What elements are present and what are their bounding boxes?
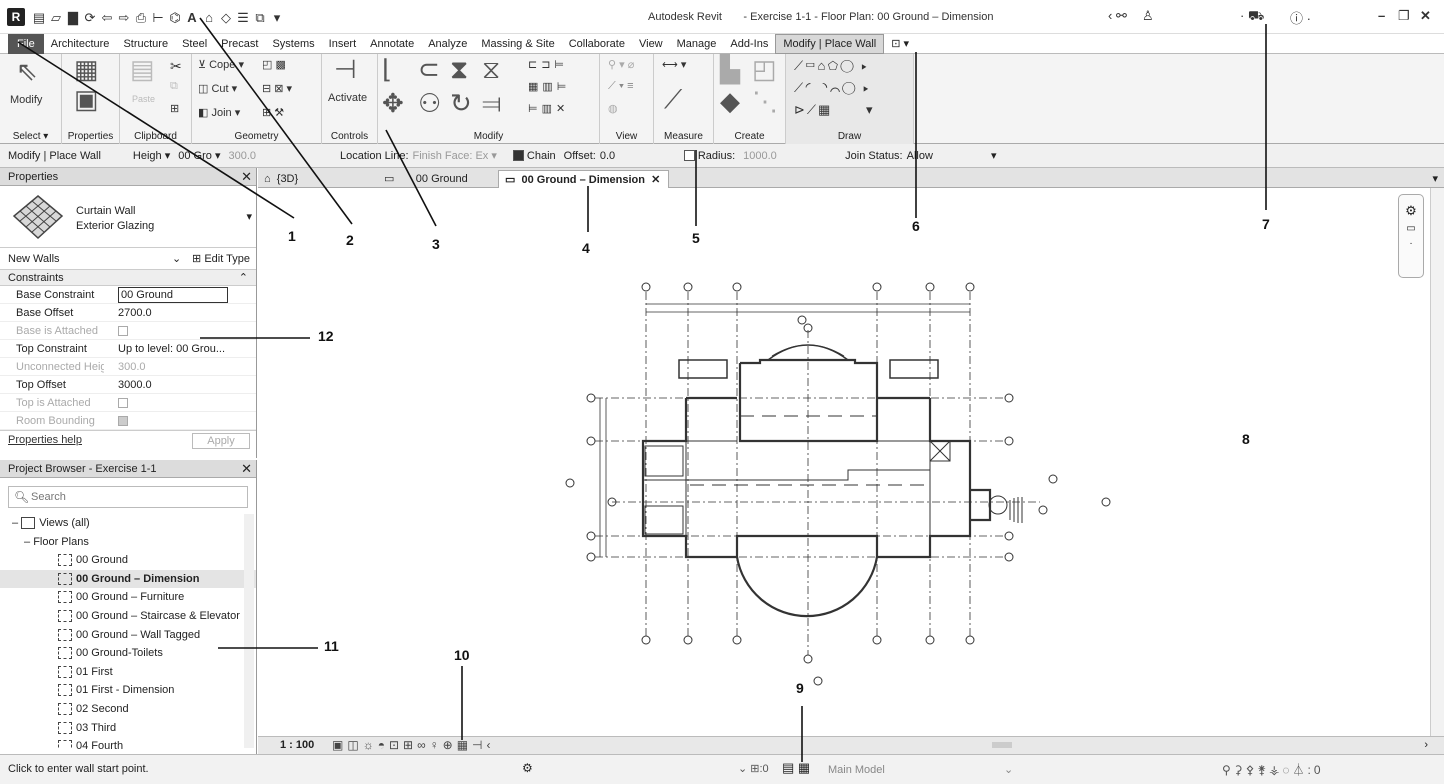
callout-9: 9: [796, 680, 804, 696]
callout-1: 1: [288, 228, 296, 244]
callout-11: 11: [324, 638, 339, 654]
callout-8: 8: [1242, 431, 1250, 447]
callout-4: 4: [582, 240, 590, 256]
callout-2: 2: [346, 232, 354, 248]
callout-5: 5: [692, 230, 700, 246]
callout-7: 7: [1262, 216, 1270, 232]
callout-12: 12: [318, 328, 334, 344]
callout-leaders: [17, 17, 1267, 762]
callout-10: 10: [454, 647, 470, 663]
callout-6: 6: [912, 218, 920, 234]
callout-3: 3: [432, 236, 440, 252]
